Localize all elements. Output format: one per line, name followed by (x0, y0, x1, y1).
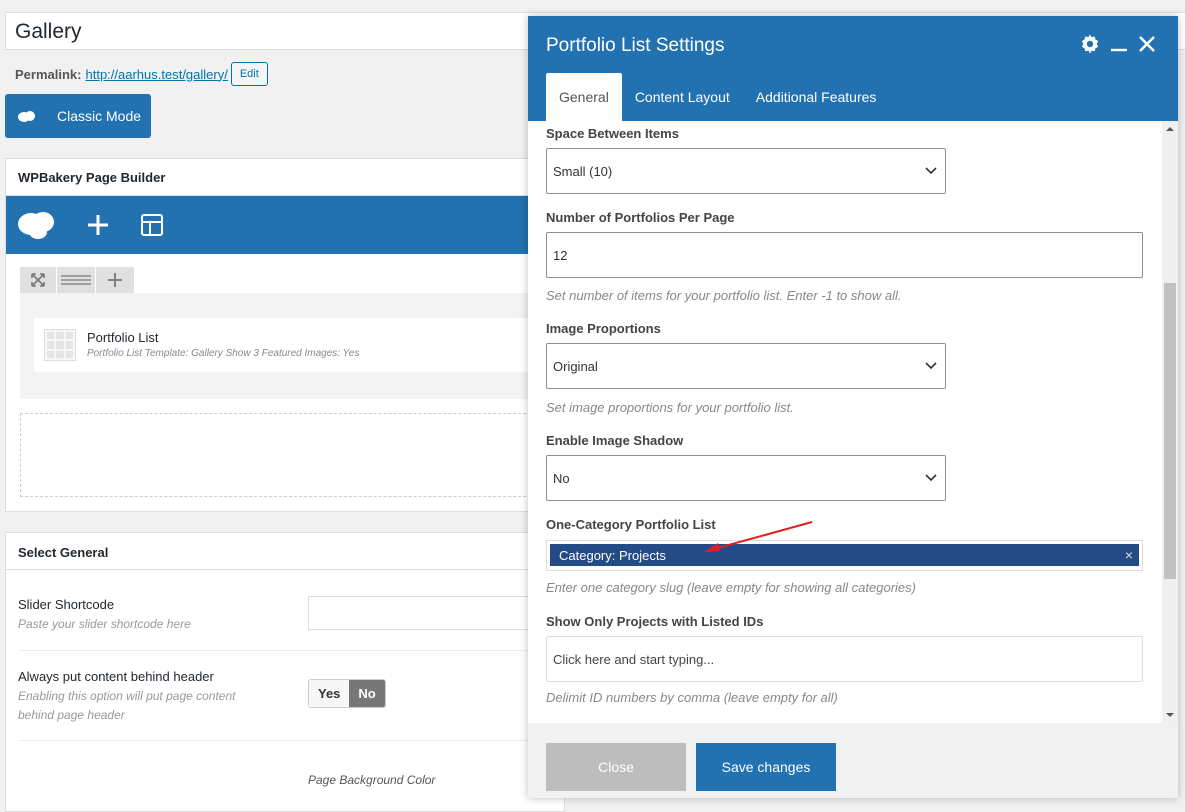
slider-shortcode-label: Slider Shortcode (18, 597, 115, 612)
permalink-link[interactable]: http://aarhus.test/gallery/ (85, 67, 227, 82)
space-between-value: Small (10) (553, 163, 613, 179)
category-help: Enter one category slug (leave empty for… (546, 580, 916, 595)
image-shadow-value: No (553, 470, 570, 486)
modal-body: Space Between Items Small (10) Number of… (528, 121, 1178, 723)
modal-tabs: General Content Layout Additional Featur… (546, 73, 889, 121)
category-label: One-Category Portfolio List (546, 517, 716, 532)
move-row-icon[interactable] (20, 267, 56, 293)
save-changes-button[interactable]: Save changes (696, 743, 836, 791)
row-layout-icon[interactable] (57, 267, 95, 293)
behind-header-desc-2: behind page header (18, 708, 125, 722)
image-shadow-label: Enable Image Shadow (546, 433, 684, 448)
classic-mode-button[interactable]: Classic Mode (5, 94, 151, 138)
per-page-label: Number of Portfolios Per Page (546, 210, 735, 225)
toggle-yes[interactable]: Yes (309, 680, 350, 707)
add-column-icon[interactable] (96, 267, 134, 293)
remove-tag-icon[interactable]: × (1125, 547, 1133, 563)
category-tag[interactable]: Category: Projects × (550, 544, 1139, 566)
row-container: Portfolio List Portfolio List Template: … (20, 293, 574, 399)
listed-ids-input[interactable]: Click here and start typing... (546, 636, 1143, 682)
scrollbar-thumb[interactable] (1164, 283, 1176, 579)
element-title: Portfolio List (87, 330, 159, 345)
permalink-label: Permalink: (15, 66, 82, 82)
listed-ids-help: Delimit ID numbers by comma (leave empty… (546, 690, 838, 705)
category-tag-label: Category: Projects (559, 547, 666, 563)
select-general-title: Select General (6, 533, 564, 570)
scroll-down-icon[interactable] (1166, 711, 1174, 719)
row-controls (20, 267, 134, 293)
wpbakery-logo-icon[interactable] (18, 210, 56, 240)
classic-mode-label: Classic Mode (57, 108, 142, 124)
wpbakery-title: WPBakery Page Builder (6, 159, 564, 196)
chevron-down-icon (925, 362, 937, 370)
per-page-help: Set number of items for your portfolio l… (546, 288, 902, 303)
behind-header-toggle[interactable]: Yes No (308, 679, 386, 708)
close-icon[interactable] (1138, 35, 1156, 53)
permalink-row: Permalink: http://aarhus.test/gallery/ E… (15, 62, 268, 86)
minimize-icon[interactable] (1110, 35, 1128, 53)
image-proportions-value: Original (553, 358, 598, 374)
per-page-input[interactable]: 12 (546, 232, 1143, 278)
tab-content-layout[interactable]: Content Layout (622, 73, 743, 121)
slider-shortcode-desc: Paste your slider shortcode here (18, 617, 191, 631)
image-shadow-select[interactable]: No (546, 455, 946, 501)
add-row-drop-area[interactable] (20, 413, 566, 497)
wpbakery-panel: WPBakery Page Builder Portfolio List Por… (5, 158, 574, 512)
scroll-up-icon[interactable] (1166, 125, 1174, 133)
chevron-down-icon (925, 474, 937, 482)
portfolio-grid-icon (44, 329, 76, 361)
listed-ids-label: Show Only Projects with Listed IDs (546, 614, 764, 629)
tab-additional-features[interactable]: Additional Features (743, 73, 890, 121)
add-element-icon[interactable] (86, 213, 110, 237)
select-general-panel: Select General Slider Shortcode Paste yo… (5, 532, 568, 812)
page-bg-color-label: Page Background Color (308, 773, 436, 787)
close-button[interactable]: Close (546, 743, 686, 791)
divider (18, 650, 568, 651)
image-proportions-select[interactable]: Original (546, 343, 946, 389)
wpbakery-logo-icon (18, 111, 35, 122)
chevron-down-icon (925, 167, 937, 175)
image-proportions-label: Image Proportions (546, 321, 661, 336)
templates-icon[interactable] (140, 213, 164, 237)
category-field[interactable]: Category: Projects × (546, 540, 1143, 571)
toggle-no[interactable]: No (349, 680, 385, 707)
divider (18, 740, 568, 741)
tab-general[interactable]: General (546, 73, 622, 121)
wpbakery-toolbar (6, 196, 564, 254)
portfolio-list-element[interactable]: Portfolio List Portfolio List Template: … (34, 318, 574, 372)
behind-header-label: Always put content behind header (18, 669, 214, 684)
portfolio-settings-modal: Portfolio List Settings General Content … (528, 16, 1178, 798)
modal-title: Portfolio List Settings (546, 35, 725, 56)
space-between-select[interactable]: Small (10) (546, 148, 946, 194)
modal-scrollbar[interactable] (1162, 121, 1178, 723)
behind-header-desc-1: Enabling this option will put page conte… (18, 689, 236, 703)
space-between-label: Space Between Items (546, 126, 679, 141)
permalink-edit-button[interactable]: Edit (230, 62, 268, 86)
gear-icon[interactable] (1080, 34, 1100, 54)
image-proportions-help: Set image proportions for your portfolio… (546, 400, 794, 415)
element-subtitle: Portfolio List Template: Gallery Show 3 … (87, 348, 360, 359)
modal-header: Portfolio List Settings General Content … (528, 16, 1178, 121)
modal-footer: Close Save changes (528, 723, 1178, 798)
modal-window-controls (1080, 34, 1156, 54)
